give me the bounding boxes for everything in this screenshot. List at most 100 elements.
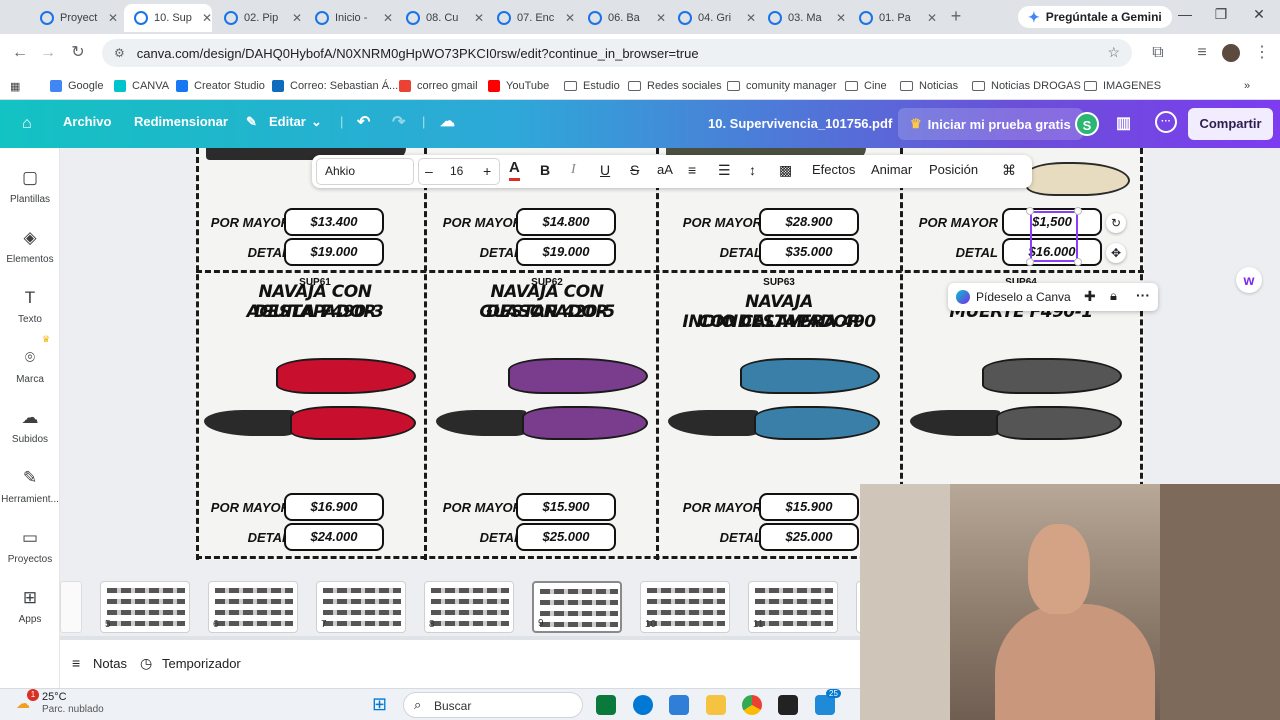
ask-canva-button[interactable]: Pídeselo a Canva: [976, 290, 1071, 304]
sidebar-item-text[interactable]: T Texto: [0, 288, 60, 325]
bookmark-noticias[interactable]: Noticias: [900, 77, 958, 95]
sidebar-item-elements[interactable]: ◈ Elementos: [0, 228, 60, 265]
text-selection-box[interactable]: [1030, 211, 1078, 262]
bookmark-youtube[interactable]: YouTube: [488, 77, 549, 95]
close-window-button[interactable]: ✕: [1244, 6, 1274, 26]
app-icon[interactable]: [815, 695, 835, 715]
maximize-button[interactable]: ❐: [1206, 6, 1236, 26]
knife-blade-image[interactable]: [204, 410, 294, 436]
knife-image[interactable]: [996, 406, 1122, 440]
transparency-icon[interactable]: ▩: [779, 162, 792, 179]
price-por-mayor[interactable]: $14.800: [516, 208, 616, 236]
sidebar-item-upload[interactable]: ☁ Subidos: [0, 408, 60, 445]
user-avatar[interactable]: S: [1075, 112, 1099, 136]
resize-handle[interactable]: [1074, 258, 1082, 266]
bookmark-estudio[interactable]: Estudio: [564, 77, 620, 95]
knife-blade-image[interactable]: [436, 410, 526, 436]
taskbar-search[interactable]: ⌕ Buscar: [403, 692, 583, 718]
move-icon[interactable]: ✥: [1106, 243, 1126, 263]
tab-close-icon[interactable]: ✕: [836, 11, 846, 25]
gemini-button[interactable]: ✦ Pregúntale a Gemini: [1018, 6, 1172, 28]
browser-tab[interactable]: Inicio - ✕: [305, 4, 393, 32]
page-thumbnail[interactable]: 5: [100, 581, 190, 633]
sidebar-item-apps[interactable]: ⊞ Apps: [0, 588, 60, 625]
knife-image[interactable]: [508, 358, 648, 394]
lock-icon[interactable]: 🔒︎: [1110, 288, 1117, 304]
analytics-icon[interactable]: ▥: [1116, 113, 1131, 133]
bookmark-google[interactable]: Google: [50, 77, 103, 95]
undo-icon[interactable]: ↶: [357, 112, 370, 132]
editar-menu[interactable]: Editar: [269, 114, 306, 129]
bookmark-correo-gmail[interactable]: correo gmail: [399, 77, 478, 95]
sidebar-item-projects[interactable]: ▭ Proyectos: [0, 528, 60, 565]
price-por-mayor[interactable]: $28.900: [759, 208, 859, 236]
effects-button[interactable]: Efectos: [812, 162, 855, 177]
back-icon[interactable]: ←: [10, 43, 30, 63]
extensions-icon[interactable]: ⧉: [1148, 43, 1168, 63]
free-trial-button[interactable]: ♛ Iniciar mi prueba gratis: [898, 108, 1083, 140]
bookmark-cine[interactable]: Cine: [845, 77, 887, 95]
page-thumbnail[interactable]: 8: [424, 581, 514, 633]
resize-handle[interactable]: [1026, 258, 1034, 266]
taskview-icon[interactable]: [596, 695, 616, 715]
document-title[interactable]: 10. Supervivencia_101756.pdf: [708, 116, 892, 131]
browser-tab[interactable]: 07. Enc ✕: [487, 4, 575, 32]
font-size-decrease-button[interactable]: –: [425, 163, 433, 179]
bookmark-creator-studio[interactable]: Creator Studio: [176, 77, 265, 95]
animate-button[interactable]: Animar: [871, 162, 912, 177]
position-button[interactable]: Posición: [929, 162, 978, 177]
page-thumbnail-partial[interactable]: [60, 581, 82, 633]
price-detal[interactable]: $24.000: [284, 523, 384, 551]
tab-close-icon[interactable]: ✕: [383, 11, 393, 25]
redimensionar-menu[interactable]: Redimensionar: [134, 114, 228, 129]
more-bookmarks-icon[interactable]: »: [1244, 77, 1250, 95]
apps-grid-icon[interactable]: ▦: [10, 77, 20, 95]
browser-tab[interactable]: 06. Ba ✕: [578, 4, 666, 32]
tab-close-icon[interactable]: ✕: [108, 11, 118, 25]
browser-tab[interactable]: 04. Gri ✕: [668, 4, 756, 32]
knife-image[interactable]: [522, 406, 648, 440]
price-por-mayor[interactable]: $13.400: [284, 208, 384, 236]
browser-tab[interactable]: 10. Sup ✕: [124, 4, 212, 32]
redo-icon[interactable]: ↷: [392, 112, 405, 132]
tab-close-icon[interactable]: ✕: [927, 11, 937, 25]
bookmark-redes-sociales[interactable]: Redes sociales: [628, 77, 722, 95]
bold-button[interactable]: B: [540, 162, 550, 178]
assistant-bubble-icon[interactable]: w: [1236, 267, 1262, 293]
edge-icon[interactable]: [633, 695, 653, 715]
bookmark-imagenes[interactable]: IMAGENES: [1084, 77, 1161, 95]
price-por-mayor[interactable]: $15.900: [759, 493, 859, 521]
chrome-icon[interactable]: [742, 695, 762, 715]
price-detal[interactable]: $19.000: [284, 238, 384, 266]
page-thumbnail[interactable]: 7: [316, 581, 406, 633]
text-color-button[interactable]: A: [509, 158, 520, 181]
browser-tab[interactable]: Proyect ✕: [30, 4, 118, 32]
tab-close-icon[interactable]: ✕: [565, 11, 575, 25]
font-selector[interactable]: Ahkio: [316, 158, 414, 185]
rotate-icon[interactable]: ↻: [1106, 213, 1126, 233]
tab-close-icon[interactable]: ✕: [746, 11, 756, 25]
list-icon[interactable]: ☰: [718, 162, 731, 179]
new-tab-button[interactable]: +: [946, 7, 966, 27]
more-options-icon[interactable]: ···: [1136, 287, 1150, 303]
price-detal[interactable]: $19.000: [516, 238, 616, 266]
minimize-button[interactable]: —: [1170, 6, 1200, 26]
bookmark-star-icon[interactable]: ☆: [1107, 44, 1120, 61]
tab-close-icon[interactable]: ✕: [292, 11, 302, 25]
italic-button[interactable]: I: [571, 162, 576, 178]
share-button[interactable]: Compartir: [1188, 108, 1273, 140]
product-title[interactable]: INDIO CALAVERA 490: [664, 312, 894, 332]
page-thumbnail[interactable]: 10: [640, 581, 730, 633]
site-info-icon[interactable]: ⚙: [114, 46, 125, 60]
browser-tab[interactable]: 02. Pip ✕: [214, 4, 302, 32]
knife-image[interactable]: [982, 358, 1122, 394]
text-case-button[interactable]: aA: [657, 162, 673, 177]
paint-format-icon[interactable]: ⌘: [1002, 162, 1016, 179]
bookmark-comunity-manager[interactable]: comunity manager: [727, 77, 837, 95]
knife-image[interactable]: [740, 358, 880, 394]
add-comment-icon[interactable]: ✚: [1084, 288, 1096, 305]
chevron-down-icon[interactable]: ⌄: [311, 114, 322, 130]
bookmark-correo-sebastian[interactable]: Correo: Sebastian Á...: [272, 77, 398, 95]
price-detal[interactable]: $35.000: [759, 238, 859, 266]
knife-image[interactable]: [754, 406, 880, 440]
